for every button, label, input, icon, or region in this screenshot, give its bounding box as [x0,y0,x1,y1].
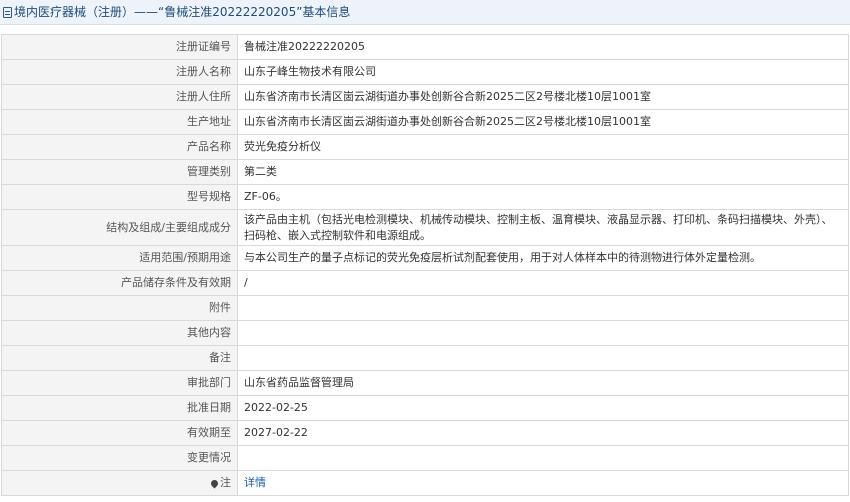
table-row: 结构及组成/主要组成成分 该产品由主机（包括光电检测模块、机械传动模块、控制主板… [1,209,849,246]
row-value: 与本公司生产的量子点标记的荧光免疫层析试剂配套使用，用于对人体样本中的待测物进行… [237,245,849,271]
table-row: 有效期至 2027-02-22 [1,420,849,446]
registration-info-table: 注册证编号 鲁械注准20222220205 注册人名称 山东子峰生物技术有限公司… [1,34,849,496]
table-row: 适用范围/预期用途 与本公司生产的量子点标记的荧光免疫层析试剂配套使用，用于对人… [1,245,849,271]
table-row: 注册人名称 山东子峰生物技术有限公司 [1,59,849,85]
row-label: 其他内容 [1,320,238,346]
note-label-cell: 注 [1,470,238,496]
row-value: 2022-02-25 [237,395,849,421]
row-value: 第二类 [237,159,849,185]
row-label: 产品储存条件及有效期 [1,270,238,296]
row-value: 山东省济南市长清区崮云湖街道办事处创新谷合新2025二区2号楼北楼10层1001… [237,109,849,135]
page-title: 境内医疗器械（注册）——“鲁械注准20222220205”基本信息 [14,5,351,19]
row-label: 备注 [1,345,238,371]
row-value: 2027-02-22 [237,420,849,446]
row-label: 附件 [1,295,238,321]
table-row: 批准日期 2022-02-25 [1,395,849,421]
note-value-cell: 详情 [237,470,849,496]
table-row: 产品名称 荧光免疫分析仪 [1,134,849,160]
table-row: 注册证编号 鲁械注准20222220205 [1,34,849,60]
row-label: 产品名称 [1,134,238,160]
table-row: 变更情况 [1,445,849,471]
table-row: 型号规格 ZF-06。 [1,184,849,210]
row-label: 注册证编号 [1,34,238,60]
row-value: ZF-06。 [237,184,849,210]
row-value: 该产品由主机（包括光电检测模块、机械传动模块、控制主板、温育模块、液晶显示器、打… [237,209,849,246]
details-link[interactable]: 详情 [244,476,266,489]
table-row-note: 注 详情 [1,470,849,496]
row-value: 山东省济南市长清区崮云湖街道办事处创新谷合新2025二区2号楼北楼10层1001… [237,84,849,110]
table-row: 备注 [1,345,849,371]
page-title-bar: 境内医疗器械（注册）——“鲁械注准20222220205”基本信息 [0,0,850,25]
row-value: 鲁械注准20222220205 [237,34,849,60]
pin-icon [209,478,220,489]
table-row: 产品储存条件及有效期 / [1,270,849,296]
table-row: 管理类别 第二类 [1,159,849,185]
table-row: 注册人住所 山东省济南市长清区崮云湖街道办事处创新谷合新2025二区2号楼北楼1… [1,84,849,110]
row-label: 适用范围/预期用途 [1,245,238,271]
row-label: 注册人住所 [1,84,238,110]
row-label: 变更情况 [1,445,238,471]
table-row: 生产地址 山东省济南市长清区崮云湖街道办事处创新谷合新2025二区2号楼北楼10… [1,109,849,135]
row-label: 结构及组成/主要组成成分 [1,209,238,246]
row-value [237,295,849,321]
document-icon [3,6,12,18]
table-row: 其他内容 [1,320,849,346]
row-label: 有效期至 [1,420,238,446]
note-label: 注 [220,476,231,489]
row-label: 管理类别 [1,159,238,185]
row-value: / [237,270,849,296]
row-value: 山东省药品监督管理局 [237,370,849,396]
row-label: 生产地址 [1,109,238,135]
row-value: 山东子峰生物技术有限公司 [237,59,849,85]
row-value [237,445,849,471]
row-label: 注册人名称 [1,59,238,85]
row-value [237,345,849,371]
row-label: 审批部门 [1,370,238,396]
row-label: 批准日期 [1,395,238,421]
row-value [237,320,849,346]
table-row: 附件 [1,295,849,321]
row-value: 荧光免疫分析仪 [237,134,849,160]
row-label: 型号规格 [1,184,238,210]
table-row: 审批部门 山东省药品监督管理局 [1,370,849,396]
